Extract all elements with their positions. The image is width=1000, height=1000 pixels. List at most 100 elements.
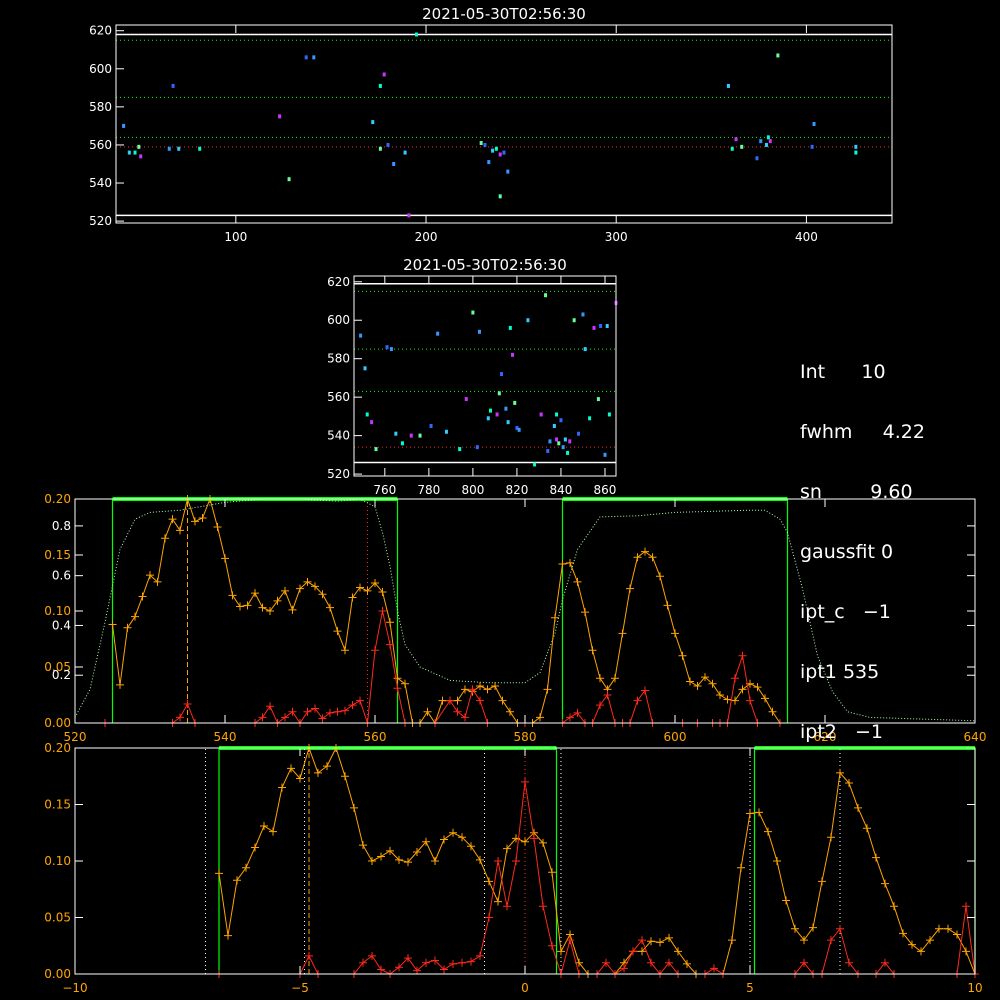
data-point [127,150,131,155]
data-point [533,462,537,467]
data-point [592,325,596,330]
data-point [278,114,282,119]
red-series-marker [303,707,312,716]
info-fwhm: fwhm 4.22 [800,421,925,443]
red-series-marker [512,857,520,865]
data-point [555,437,559,442]
red-series-marker [962,902,970,911]
orange-series-marker [863,824,871,833]
orange-series-marker [663,601,672,610]
data-point [740,144,744,149]
data-point [730,146,734,151]
orange-series-marker [738,685,747,694]
orange-series-marker [641,547,649,556]
data-point [483,142,487,147]
red-series-marker [371,646,379,655]
orange-series-marker [782,896,790,905]
data-point [566,450,570,455]
data-point [400,441,404,446]
red-series-marker [485,913,493,922]
x-tick-label: 760 [373,483,396,497]
data-point [385,345,389,350]
orange-series-marker [746,809,754,818]
orange-series-marker [191,517,199,526]
red-series-marker [573,708,582,717]
orange-series-marker [753,683,762,692]
orange-series-marker [423,707,432,716]
x-tick-label: 580 [514,730,537,744]
data-point [382,72,386,77]
red-series-marker [333,707,342,716]
orange-series-marker [543,685,552,694]
data-point [559,418,563,423]
orange-series-marker [557,947,565,956]
data-point [776,53,780,58]
orange-series-marker [116,680,124,689]
orange-series-line [112,497,781,725]
data-point [444,429,448,434]
data-point [498,152,502,157]
data-point [133,150,137,155]
orange-series-marker [633,553,642,562]
data-point [489,408,493,413]
data-point [583,347,587,352]
y-tick-label: 620 [327,275,350,289]
red-series-marker [476,951,484,960]
data-point [371,120,375,125]
data-point [854,144,858,149]
orange-series-marker [168,515,177,524]
data-point [511,352,515,357]
orange-series-marker [123,623,132,632]
red-series-marker [446,696,454,705]
orange-series-marker [626,584,634,593]
x-tick-label: −5 [291,981,309,995]
y-tick-label: 0.15 [44,798,71,812]
orange-series-marker [213,523,222,531]
red-series-marker [461,713,469,722]
data-point [766,135,770,140]
orange-series-marker [333,627,342,636]
orange-series-marker [341,772,349,781]
red-series-marker [453,707,462,716]
orange-series-marker [491,682,499,691]
red-series-marker [318,714,327,723]
y-tick-label: 520 [327,467,350,481]
orange-series-marker [558,559,567,568]
red-series-marker [311,704,319,713]
x-tick-label: 640 [964,730,987,744]
data-point [378,83,382,88]
orange-series-marker [665,933,673,942]
orange-series-marker [953,930,961,939]
orange-series-marker [368,857,376,865]
orange-series-marker [581,608,589,617]
data-point [544,293,548,298]
data-point [122,123,126,128]
data-point [577,431,581,436]
data-point [810,144,814,149]
orange-series-marker [393,674,402,683]
chart-title: 2021-05-30T02:56:30 [403,256,567,274]
orange-series-marker [890,902,898,911]
orange-series-marker [281,586,289,595]
x-tick-label: 300 [605,230,628,244]
y-tick-label: 580 [89,100,112,114]
y-tick-label: 0.00 [44,967,71,981]
orange-series-marker [611,674,619,683]
data-point [506,169,510,174]
data-point [491,148,495,153]
orange-series-marker [551,613,559,622]
data-point [557,441,561,446]
orange-series-line [218,746,976,975]
data-point [755,156,759,161]
data-point [389,347,393,352]
x-tick-label: 560 [364,730,387,744]
orange-series-marker [498,696,507,705]
data-point [365,412,369,417]
orange-series-marker [377,852,385,861]
orange-series-marker [438,696,447,705]
orange-series-marker [773,857,781,865]
data-point [513,400,517,405]
data-point [607,412,611,417]
y2-tick-label: 0.4 [52,618,71,632]
x-tick-label: 780 [417,483,440,497]
